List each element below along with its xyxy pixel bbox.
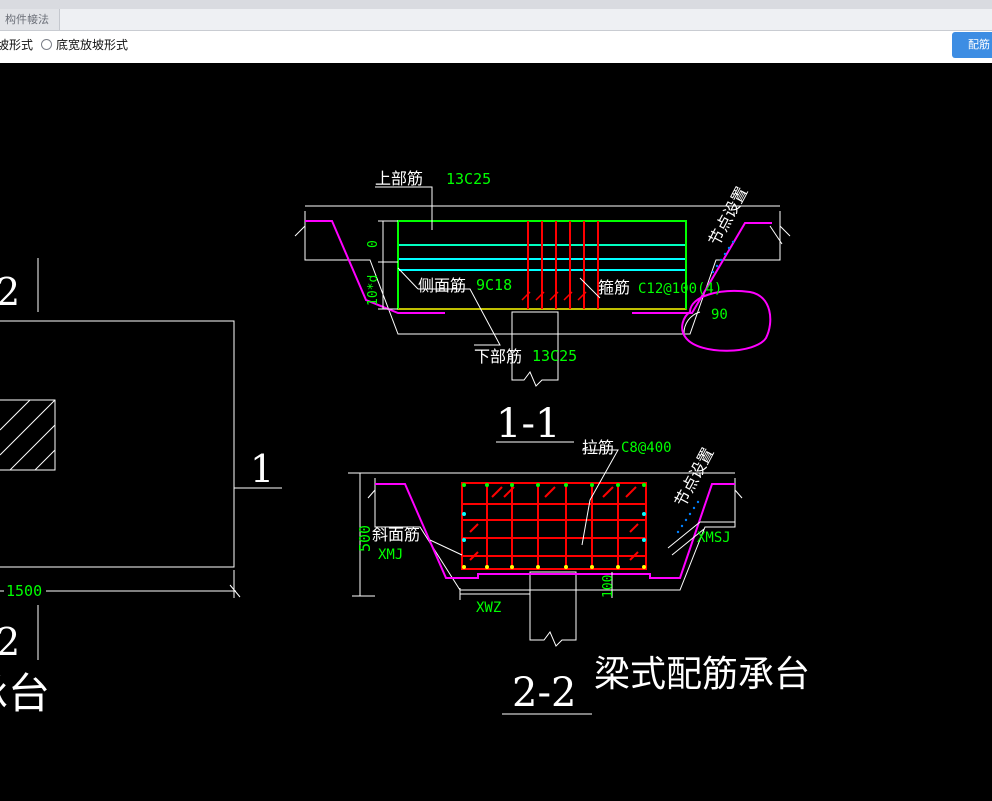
tab-component-method[interactable]: 构件帹法 [0, 9, 60, 30]
section-1-1-stirrup-hooks [521, 291, 587, 301]
column-hatch-box [0, 399, 56, 471]
cad-drawing-canvas: 2 1 2 1500 承台 [0, 169, 810, 718]
side-rebar-value: 9C18 [476, 276, 512, 294]
section-1-1-dim-zero: 0 [366, 240, 381, 248]
option-bottom-wide-slope-form[interactable]: 底宽放坡形式 [41, 31, 128, 57]
option-slope-form[interactable]: 坡形式 [0, 31, 33, 57]
left-panel-plan: 2 1 2 1500 承台 [0, 258, 282, 718]
node-setting-label-1: 节点设置 [705, 183, 752, 248]
rebar-config-button[interactable]: 配筋 [952, 32, 992, 58]
option-bottom-wide-slope-form-label: 底宽放坡形式 [56, 37, 129, 52]
xmsj-label: XMSJ [697, 530, 731, 546]
section-1-1-dim-anchor: 10*d [366, 275, 381, 306]
radio-icon[interactable] [41, 38, 52, 50]
section-mark-right: 1 [250, 447, 274, 491]
pile-cap-outline [0, 320, 235, 568]
side-rebar-label: 侧面筋 [418, 276, 466, 295]
section-2-2-grid [462, 483, 646, 569]
left-title-fragment: 承台 [0, 669, 50, 718]
tie-label: 拉筋 [582, 438, 614, 457]
node-setting-label-2: 节点设置 [671, 444, 718, 509]
section-1-1-label: 1-1 [496, 401, 560, 447]
top-rebar-value: 13C25 [446, 170, 491, 188]
section-2-2-tie-hooks [469, 486, 639, 561]
option-slope-form-label: 坡形式 [0, 37, 34, 52]
tie-value: C8@400 [621, 440, 672, 456]
section-2-2-pile [529, 571, 577, 647]
bottom-rebar-leader [418, 288, 501, 346]
top-rebar-leader [375, 186, 433, 230]
drawing-title: 梁式配筋承台 [594, 654, 810, 695]
top-rebar-label: 上部筋 [375, 169, 423, 188]
section-2-2-label: 2-2 [512, 670, 576, 716]
section-1-1-drawing: 0 10*d 上部筋 13C25 侧面筋 9C18 箍筋 C12@100(4) … [294, 169, 791, 447]
column-hatch-lines [0, 399, 56, 471]
xmj-label: XMJ [378, 547, 403, 563]
section-1-1-stirrups [527, 221, 599, 309]
bottom-rebar-value: 13C25 [532, 347, 577, 365]
dimension-width-value: 1500 [6, 582, 42, 600]
section-mark-top: 2 [0, 270, 20, 314]
section-1-1-angle-value: 90 [711, 307, 728, 323]
tab-bar: 构件帹法 [0, 9, 992, 31]
section-mark-bottom: 2 [0, 620, 20, 664]
bottom-rebar-label: 下部筋 [474, 347, 522, 366]
stirrup-value: C12@100(4) [638, 281, 722, 297]
slope-rebar-label: 斜面筋 [372, 525, 420, 544]
option-bar: 坡形式 底宽放坡形式 配筋 [0, 31, 992, 63]
tie-leader [581, 449, 619, 546]
stirrup-label: 箍筋 [598, 278, 630, 297]
xwz-label: XWZ [476, 600, 501, 616]
window-top-strip [0, 0, 992, 9]
section-2-2-dim-100: 100 [601, 575, 616, 598]
